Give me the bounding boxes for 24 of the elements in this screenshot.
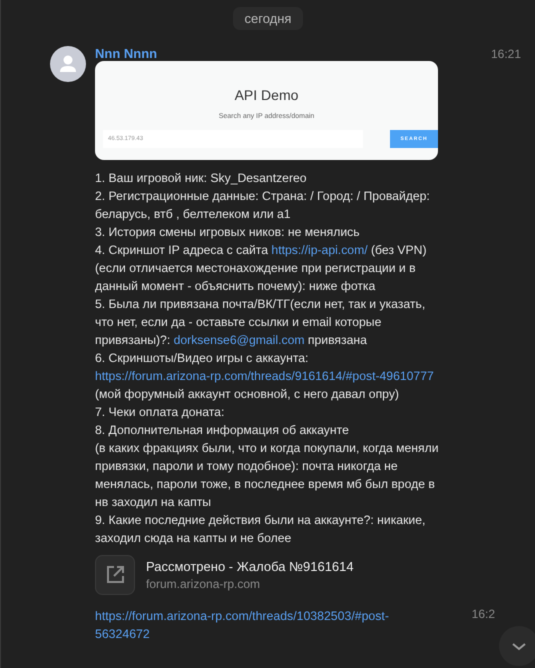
message-paragraph: 4. Скриншот IP адреса с сайта https://ip-api.com/ (без VPN) (если отличается местонахождение при регистрации и в данный момент - объяснить почему): ниже фотка xyxy=(95,241,428,295)
message-time: 16:21 xyxy=(490,47,521,61)
message-link[interactable]: dorksense6@gmail.com xyxy=(174,331,305,349)
message-paragraph: 6. Скриншоты/Видео игры с аккаунта: https://forum.arizona-rp.com/threads/9161614/#post-49610777 (мой форумный аккаунт основной, с него давал опру) xyxy=(95,350,435,403)
message-paragraph: 2. Регистрационные данные: Страна: / Город: / Провайдер: беларусь, втб , белтелеком или а1 xyxy=(95,188,431,223)
preview-domain: forum.arizona-rp.com xyxy=(146,577,262,591)
page-title: API Demo xyxy=(234,87,298,103)
avatar-icon[interactable] xyxy=(50,46,86,82)
message-paragraph: 1. Ваш игровой ник: Sky_Desantzereo xyxy=(95,170,308,187)
external-link-icon[interactable] xyxy=(95,555,135,595)
message-paragraph: 8. Дополнительная информация об аккаунте xyxy=(95,422,350,439)
scroll-down-button[interactable] xyxy=(499,626,535,666)
message-paragraph: 9. Какие последние действия были на аккаунте?: никакие, заходил сюда на капты и не более xyxy=(95,512,426,547)
date-separator: сегодня xyxy=(232,7,304,30)
message-paragraph: (в каких фракциях были, что и когда покупали, когда меняли привязки, пароли и тому подобное): почта никогда не менялась, пароли тоже, в последнее время мб был вроде в нв заходил на капты xyxy=(95,440,440,511)
message-paragraph: 5. Была ли привязана почта/ВК/ТГ(если нет, так и указать, что нет, если да - оставьте ссылки и email которые привязаны)?: dorksense6@gmail.com привязана xyxy=(95,296,426,349)
message-time: 16:2 xyxy=(472,607,495,621)
message-link[interactable]: https://forum.arizona-rp.com/threads/9161614/#post-49610777 xyxy=(95,367,434,385)
message-link[interactable]: https://forum.arizona-rp.com/threads/10382503/#post-56324672 xyxy=(95,607,425,643)
message-paragraph: 7. Чеки оплата доната: xyxy=(95,404,226,421)
message-paragraph: 3. История смены игровых ников: не менялись xyxy=(95,224,361,241)
preview-title[interactable]: Рассмотрено - Жалоба №9161614 xyxy=(146,559,354,574)
message-link[interactable]: https://ip-api.com/ xyxy=(271,241,368,259)
author-name[interactable]: Nnn Nnnn xyxy=(95,46,158,61)
